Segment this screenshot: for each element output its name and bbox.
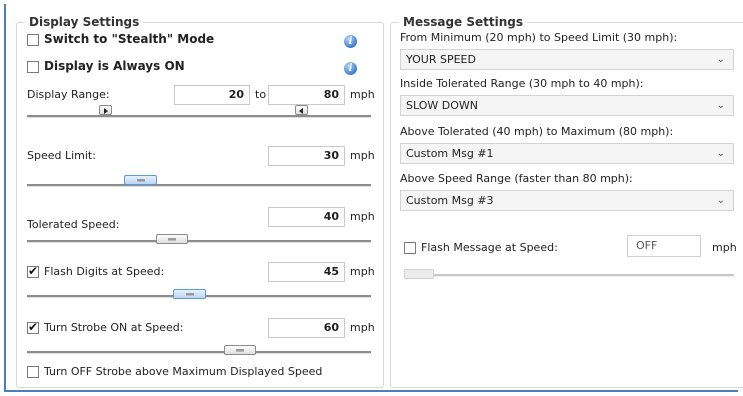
strobe-off-checkbox[interactable] bbox=[27, 366, 39, 378]
display-settings-title: Display Settings bbox=[25, 15, 144, 29]
display-range-label: Display Range: bbox=[27, 88, 110, 101]
unit-label: mph bbox=[350, 88, 375, 101]
display-range-max-input[interactable]: 80 bbox=[268, 85, 345, 105]
flash-digits-slider-handle[interactable] bbox=[173, 289, 206, 299]
flash-digits-label[interactable]: Flash Digits at Speed: bbox=[44, 265, 164, 278]
speed-limit-slider-handle[interactable] bbox=[124, 175, 157, 185]
display-range-to-label: to bbox=[255, 88, 267, 101]
display-range-min-input[interactable]: 20 bbox=[174, 85, 250, 105]
min-to-limit-label: From Minimum (20 mph) to Speed Limit (30… bbox=[400, 31, 678, 44]
turn-strobe-slider-handle[interactable] bbox=[224, 345, 256, 355]
always-on-label[interactable]: Display is Always ON bbox=[44, 59, 185, 73]
flash-message-input[interactable]: OFF bbox=[627, 235, 701, 257]
min-to-limit-select[interactable]: YOUR SPEED ⌄ bbox=[400, 49, 734, 70]
speed-limit-input[interactable]: 30 bbox=[268, 146, 345, 166]
turn-strobe-label[interactable]: Turn Strobe ON at Speed: bbox=[44, 321, 184, 334]
flash-message-label[interactable]: Flash Message at Speed: bbox=[421, 241, 558, 254]
display-range-slider-track[interactable] bbox=[27, 115, 371, 118]
message-settings-title: Message Settings bbox=[399, 15, 528, 29]
unit-label: mph bbox=[350, 321, 375, 334]
display-range-min-handle[interactable] bbox=[99, 105, 112, 115]
chevron-down-icon[interactable]: ⌄ bbox=[717, 191, 725, 210]
turn-strobe-input[interactable]: 60 bbox=[268, 318, 345, 338]
flash-message-unit-label: mph bbox=[712, 241, 737, 254]
always-on-checkbox[interactable] bbox=[27, 61, 39, 73]
stealth-mode-label[interactable]: Switch to "Stealth" Mode bbox=[44, 32, 214, 46]
display-settings-group: Display Settings Switch to "Stealth" Mod… bbox=[16, 15, 384, 388]
flash-message-slider-handle[interactable] bbox=[404, 269, 434, 279]
chevron-down-icon[interactable]: ⌄ bbox=[717, 50, 725, 69]
above-tolerated-select[interactable]: Custom Msg #1 ⌄ bbox=[400, 143, 734, 164]
unit-label: mph bbox=[350, 149, 375, 162]
inside-range-label: Inside Tolerated Range (30 mph to 40 mph… bbox=[400, 77, 644, 90]
chevron-down-icon[interactable]: ⌄ bbox=[717, 96, 725, 115]
chevron-down-icon[interactable]: ⌄ bbox=[717, 144, 725, 163]
turn-strobe-slider-track[interactable] bbox=[27, 351, 371, 354]
above-range-select[interactable]: Custom Msg #3 ⌄ bbox=[400, 190, 734, 211]
turn-strobe-checkbox[interactable] bbox=[27, 320, 39, 334]
flash-message-checkbox[interactable] bbox=[404, 242, 416, 254]
stealth-mode-checkbox[interactable] bbox=[27, 34, 39, 46]
inside-range-select[interactable]: SLOW DOWN ⌄ bbox=[400, 95, 734, 116]
settings-panel: Display Settings Switch to "Stealth" Mod… bbox=[4, 4, 743, 392]
tolerated-speed-slider-track[interactable] bbox=[27, 240, 371, 243]
info-icon[interactable]: i bbox=[344, 62, 357, 75]
info-icon[interactable]: i bbox=[344, 35, 357, 48]
above-range-label: Above Speed Range (faster than 80 mph): bbox=[400, 172, 633, 185]
tolerated-speed-label: Tolerated Speed: bbox=[27, 218, 120, 231]
flash-digits-input[interactable]: 45 bbox=[268, 262, 345, 282]
min-to-limit-value: YOUR SPEED bbox=[406, 53, 476, 66]
above-tolerated-value: Custom Msg #1 bbox=[406, 147, 494, 160]
message-settings-group: Message Settings From Minimum (20 mph) t… bbox=[390, 15, 743, 388]
unit-label: mph bbox=[350, 265, 375, 278]
inside-range-value: SLOW DOWN bbox=[406, 99, 478, 112]
above-range-value: Custom Msg #3 bbox=[406, 194, 494, 207]
flash-digits-checkbox[interactable] bbox=[27, 264, 39, 278]
tolerated-speed-input[interactable]: 40 bbox=[268, 207, 345, 227]
tolerated-speed-slider-handle[interactable] bbox=[156, 234, 188, 244]
speed-limit-label: Speed Limit: bbox=[27, 149, 96, 162]
unit-label: mph bbox=[350, 210, 375, 223]
speed-limit-slider-track[interactable] bbox=[27, 184, 371, 187]
strobe-off-label[interactable]: Turn OFF Strobe above Maximum Displayed … bbox=[44, 365, 322, 378]
display-range-max-handle[interactable] bbox=[295, 105, 308, 115]
flash-message-slider-track[interactable] bbox=[404, 274, 734, 277]
above-tolerated-label: Above Tolerated (40 mph) to Maximum (80 … bbox=[400, 125, 674, 138]
